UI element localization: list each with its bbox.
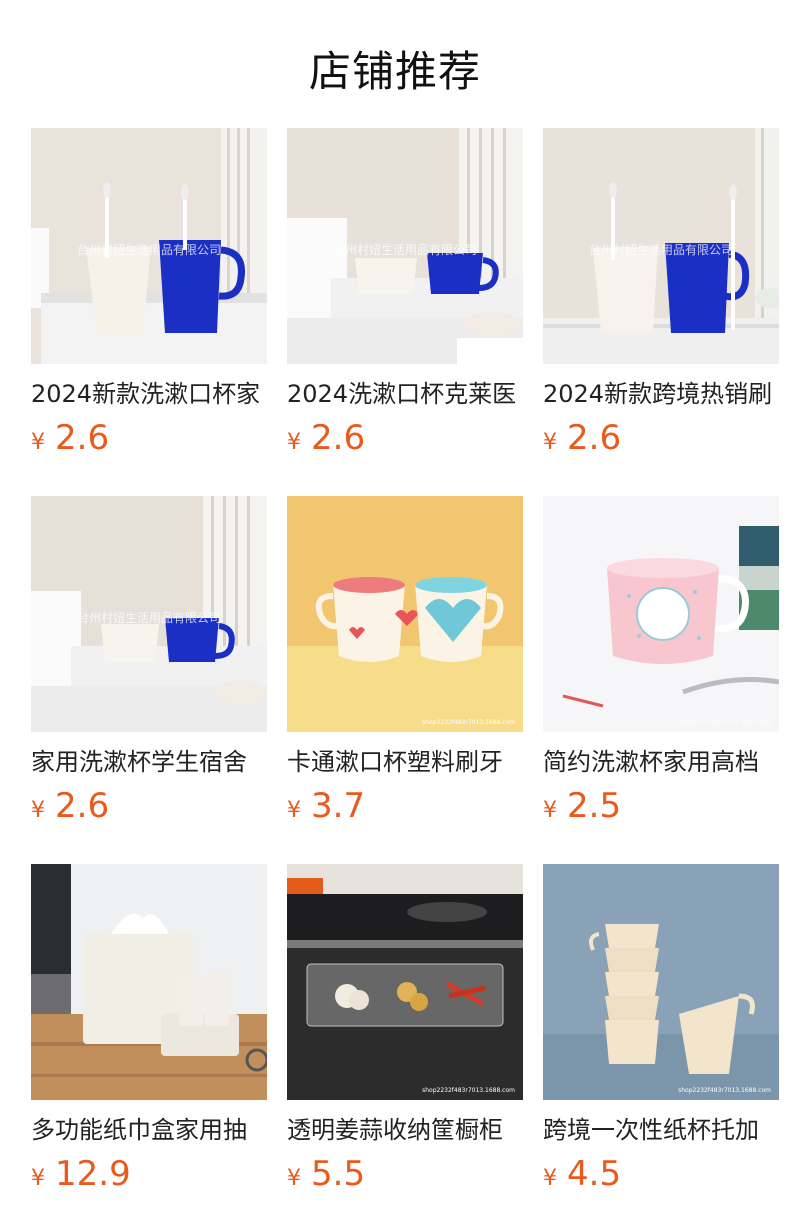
product-image[interactable]: 台州村妞生活用品有限公司 <box>287 128 523 364</box>
price-row: ¥ 2.6 <box>543 419 779 457</box>
currency-symbol: ¥ <box>543 1166 557 1191</box>
watermark-text: shop2232f483r7013.1688.com <box>678 719 771 726</box>
product-title[interactable]: 卡通漱口杯塑料刷牙 <box>287 747 523 777</box>
currency-symbol: ¥ <box>31 430 45 455</box>
product-price: 2.6 <box>311 418 366 458</box>
product-image[interactable]: shop2232f483r7013.1688.com <box>287 864 523 1100</box>
product-image[interactable]: 台州村妞生活用品有限公司 <box>31 496 267 732</box>
price-row: ¥ 2.6 <box>31 787 267 825</box>
price-row: ¥ 2.6 <box>287 419 523 457</box>
product-title[interactable]: 跨境一次性纸杯托加 <box>543 1115 779 1145</box>
currency-symbol: ¥ <box>543 430 557 455</box>
watermark-text: 台州村妞生活用品有限公司 <box>77 610 221 625</box>
currency-symbol: ¥ <box>287 1166 301 1191</box>
product-card[interactable]: shop2232f483r7013.1688.com 卡通漱口杯塑料刷牙 ¥ 3… <box>287 496 523 864</box>
currency-symbol: ¥ <box>31 1166 45 1191</box>
price-row: ¥ 4.5 <box>543 1155 779 1193</box>
product-title[interactable]: 透明姜蒜收纳筐橱柜 <box>287 1115 523 1145</box>
product-grid: 台州村妞生活用品有限公司 2024新款洗漱口杯家 ¥ 2.6 台州村妞生活用品有… <box>31 128 779 1232</box>
product-price: 5.5 <box>311 1154 366 1194</box>
product-title[interactable]: 2024新款跨境热销刷 <box>543 379 779 409</box>
watermark-text: shop2232f483r7013.1688.com <box>678 1087 771 1094</box>
product-card[interactable]: shop2232f483r7013.1688.com 跨境一次性纸杯托加 ¥ 4… <box>543 864 779 1232</box>
price-row: ¥ 3.7 <box>287 787 523 825</box>
price-row: ¥ 2.5 <box>543 787 779 825</box>
currency-symbol: ¥ <box>287 430 301 455</box>
product-card[interactable]: 台州村妞生活用品有限公司 家用洗漱杯学生宿舍 ¥ 2.6 <box>31 496 267 864</box>
watermark-text: 台州村妞生活用品有限公司 <box>589 242 733 257</box>
product-image[interactable]: 台州村妞生活用品有限公司 <box>31 128 267 364</box>
currency-symbol: ¥ <box>543 798 557 823</box>
watermark-text: 台州村妞生活用品有限公司 <box>333 242 477 257</box>
product-card[interactable]: shop2232f483r7013.1688.com 简约洗漱杯家用高档 ¥ 2… <box>543 496 779 864</box>
watermark-text: 台州村妞生活用品有限公司 <box>77 242 221 257</box>
price-row: ¥ 12.9 <box>31 1155 267 1193</box>
product-price: 2.6 <box>55 786 110 826</box>
product-title[interactable]: 2024新款洗漱口杯家 <box>31 379 267 409</box>
product-card[interactable]: 台州村妞生活用品有限公司 2024新款洗漱口杯家 ¥ 2.6 <box>31 128 267 496</box>
product-card[interactable]: 台州村妞生活用品有限公司 2024新款跨境热销刷 ¥ 2.6 <box>543 128 779 496</box>
product-card[interactable]: 台州村妞生活用品有限公司 2024洗漱口杯克莱医 ¥ 2.6 <box>287 128 523 496</box>
product-price: 12.9 <box>55 1154 131 1194</box>
product-title[interactable]: 简约洗漱杯家用高档 <box>543 747 779 777</box>
product-price: 4.5 <box>567 1154 622 1194</box>
product-price: 2.6 <box>55 418 110 458</box>
price-row: ¥ 5.5 <box>287 1155 523 1193</box>
product-card[interactable]: shop2232f483r7013.1688.com 透明姜蒜收纳筐橱柜 ¥ 5… <box>287 864 523 1232</box>
product-image[interactable] <box>31 864 267 1100</box>
watermark-text: shop2232f483r7013.1688.com <box>422 719 515 726</box>
product-price: 2.6 <box>567 418 622 458</box>
product-image[interactable]: 台州村妞生活用品有限公司 <box>543 128 779 364</box>
product-price: 3.7 <box>311 786 366 826</box>
watermark-text: shop2232f483r7013.1688.com <box>422 1087 515 1094</box>
currency-symbol: ¥ <box>287 798 301 823</box>
product-price: 2.5 <box>567 786 622 826</box>
product-title[interactable]: 2024洗漱口杯克莱医 <box>287 379 523 409</box>
product-card[interactable]: 多功能纸巾盒家用抽 ¥ 12.9 <box>31 864 267 1232</box>
currency-symbol: ¥ <box>31 798 45 823</box>
product-image[interactable]: shop2232f483r7013.1688.com <box>543 496 779 732</box>
product-title[interactable]: 家用洗漱杯学生宿舍 <box>31 747 267 777</box>
page-title: 店铺推荐 <box>308 47 481 96</box>
product-title[interactable]: 多功能纸巾盒家用抽 <box>31 1115 267 1145</box>
product-image[interactable]: shop2232f483r7013.1688.com <box>543 864 779 1100</box>
product-image[interactable]: shop2232f483r7013.1688.com <box>287 496 523 732</box>
price-row: ¥ 2.6 <box>31 419 267 457</box>
